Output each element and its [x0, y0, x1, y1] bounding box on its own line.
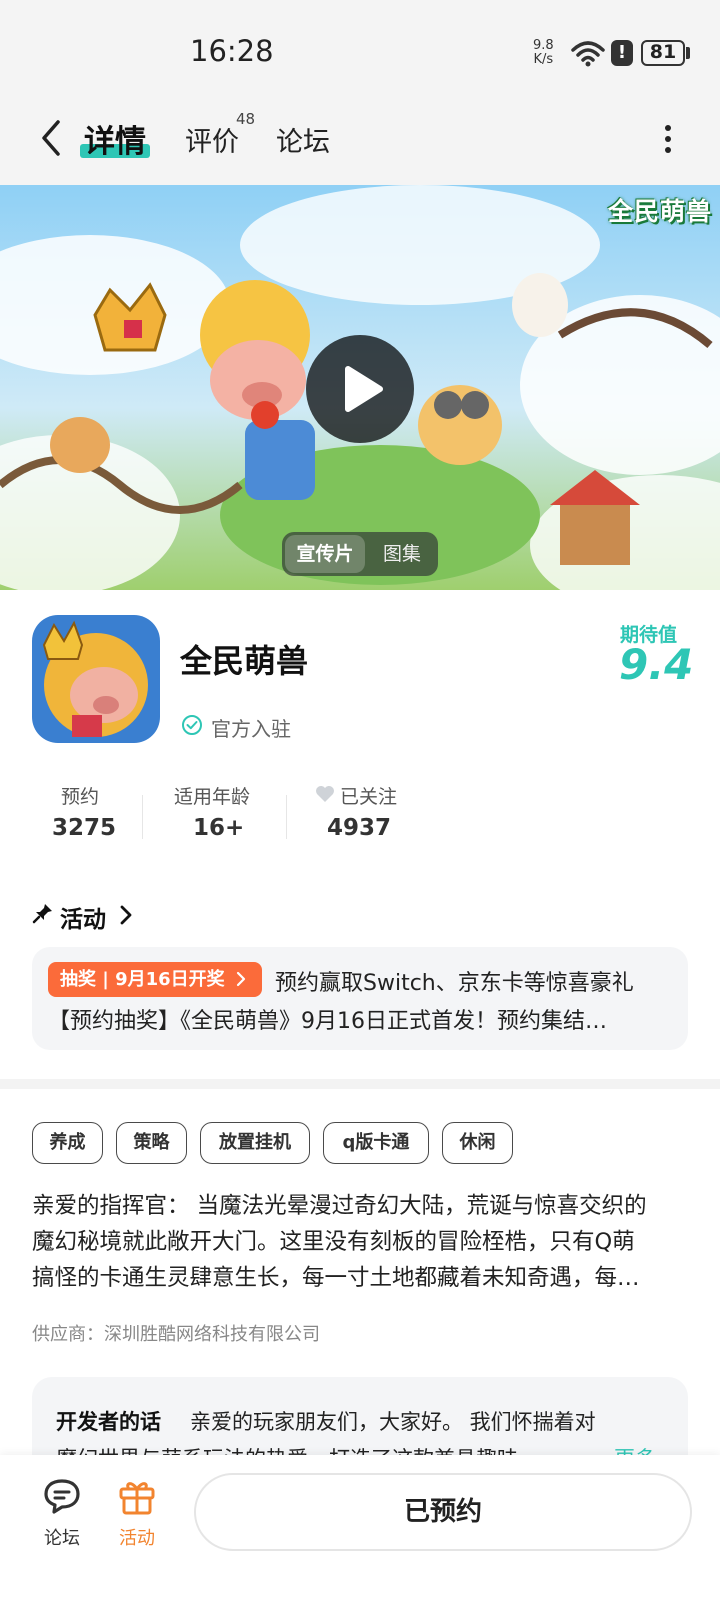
- developer-note-title: 开发者的话: [56, 1410, 161, 1434]
- heart-icon: [316, 786, 334, 802]
- official-verified-icon: [182, 715, 202, 735]
- expectation-score: 9.4: [619, 640, 694, 689]
- stat-divider: [286, 795, 287, 839]
- network-speed: 9.8 K/s: [533, 39, 554, 67]
- gift-icon[interactable]: [117, 1476, 157, 1516]
- lottery-badge[interactable]: 抽奖 | 9月16日开奖: [48, 962, 262, 997]
- stat-divider: [142, 795, 143, 839]
- stat-value-age: 16+: [193, 815, 245, 841]
- review-count: 48: [236, 110, 256, 128]
- tab-review[interactable]: 评价: [185, 120, 239, 159]
- status-time: 16:28: [190, 34, 274, 68]
- reserved-button[interactable]: 已预约: [194, 1473, 692, 1551]
- network-speed-unit: K/s: [533, 52, 554, 67]
- description-line: 搞怪的卡通生灵肆意生长，每一寸土地都藏着未知奇遇，每…: [32, 1265, 640, 1291]
- forum-chat-icon[interactable]: [42, 1477, 82, 1515]
- description-line: 亲爱的指挥官： 当魔法光晕漫过奇幻大陆，荒诞与惊喜交织的: [32, 1193, 647, 1219]
- description-line: 魔幻秘境就此敞开大门。这里没有刻板的冒险桎梏，只有Q萌: [32, 1229, 635, 1255]
- game-description[interactable]: 亲爱的指挥官： 当魔法光晕漫过奇幻大陆，荒诞与惊喜交织的 魔幻秘境就此敞开大门。…: [32, 1188, 692, 1296]
- tag-strategy[interactable]: 策略: [116, 1122, 187, 1164]
- lottery-badge-label: 抽奖 | 9月16日开奖: [60, 969, 225, 990]
- activity-headline: 预约赢取Switch、京东卡等惊喜豪礼: [275, 971, 634, 996]
- developer-note-text: 亲爱的玩家朋友们，大家好。 我们怀揣着对: [190, 1410, 596, 1434]
- tag-idle[interactable]: 放置挂机: [200, 1122, 310, 1164]
- more-options-icon[interactable]: [664, 124, 672, 154]
- tab-forum[interactable]: 论坛: [276, 120, 330, 159]
- tab-detail[interactable]: 详情: [84, 116, 146, 161]
- activity-description: 【预约抽奖】《全民萌兽》9月16日正式首发！预约集结…: [48, 1009, 607, 1034]
- chevron-right-icon: [236, 971, 246, 987]
- battery-icon: 81: [641, 40, 685, 66]
- wifi-icon: [571, 41, 605, 67]
- tag-casual[interactable]: 休闲: [442, 1122, 513, 1164]
- app-icon: [32, 615, 160, 743]
- activity-nav-label[interactable]: 活动: [119, 1524, 155, 1550]
- stat-label-follow[interactable]: 已关注: [340, 782, 397, 809]
- network-speed-value: 9.8: [533, 38, 554, 53]
- play-video-button[interactable]: [306, 335, 414, 443]
- official-label: 官方入驻: [211, 717, 291, 741]
- chevron-right-icon[interactable]: [118, 904, 134, 926]
- pin-icon: [32, 904, 52, 924]
- back-arrow-icon[interactable]: [34, 118, 74, 158]
- stat-label-age: 适用年龄: [174, 786, 251, 808]
- battery-tip: [686, 47, 690, 59]
- tag-q-cartoon[interactable]: q版卡通: [323, 1122, 429, 1164]
- game-logo: 全民萌兽: [608, 197, 713, 226]
- segment-gallery[interactable]: 图集: [370, 535, 434, 573]
- app-name: 全民萌兽: [180, 642, 309, 680]
- forum-nav-label[interactable]: 论坛: [44, 1524, 80, 1550]
- supplier-info: 供应商：深圳胜酷网络科技有限公司: [32, 1324, 320, 1345]
- alert-icon: !: [611, 40, 633, 66]
- stat-value-reservations: 3275: [52, 815, 117, 841]
- activity-section-title[interactable]: 活动: [60, 900, 106, 934]
- stat-value-follow: 4937: [327, 815, 392, 841]
- stat-label-reservations: 预约: [61, 786, 100, 808]
- segment-promo-video[interactable]: 宣传片: [285, 535, 365, 573]
- section-divider: [0, 1079, 720, 1089]
- play-icon: [345, 366, 383, 412]
- tag-nurture[interactable]: 养成: [32, 1122, 103, 1164]
